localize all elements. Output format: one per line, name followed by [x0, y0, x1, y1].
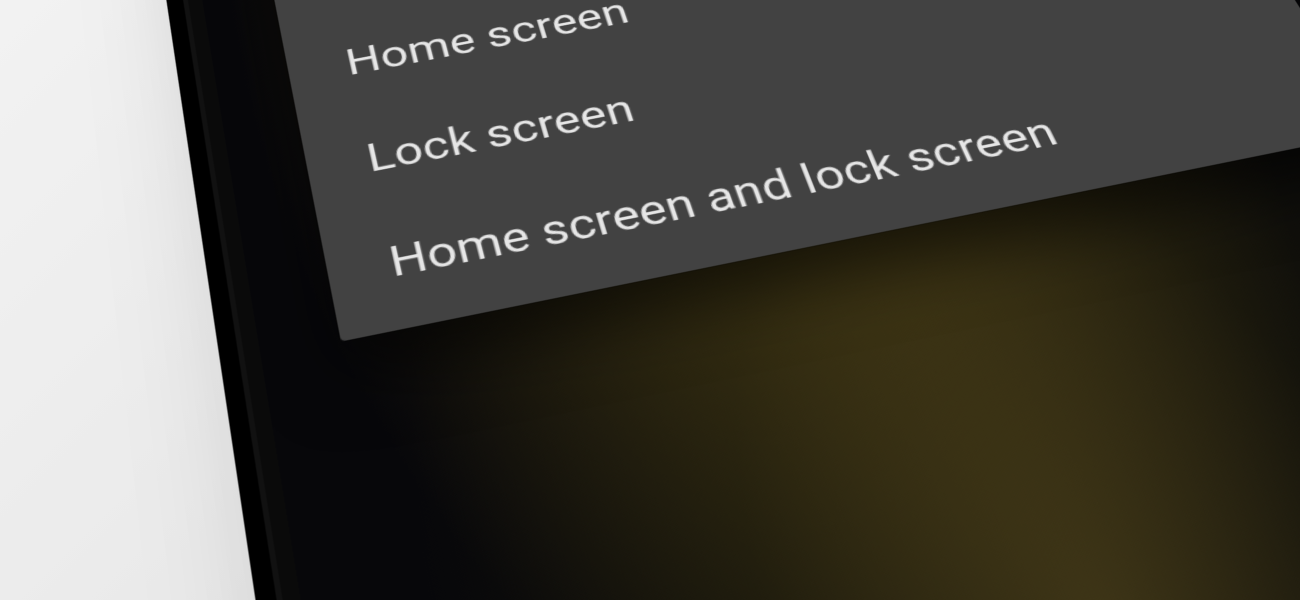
photo-stage: Set wallpaper Home screen Lock screen Ho…: [0, 0, 1300, 600]
phone-screen: Set wallpaper Home screen Lock screen Ho…: [160, 0, 1300, 600]
set-wallpaper-dialog: Set wallpaper Home screen Lock screen Ho…: [262, 0, 1300, 342]
phone-device-frame: Set wallpaper Home screen Lock screen Ho…: [123, 0, 1300, 600]
